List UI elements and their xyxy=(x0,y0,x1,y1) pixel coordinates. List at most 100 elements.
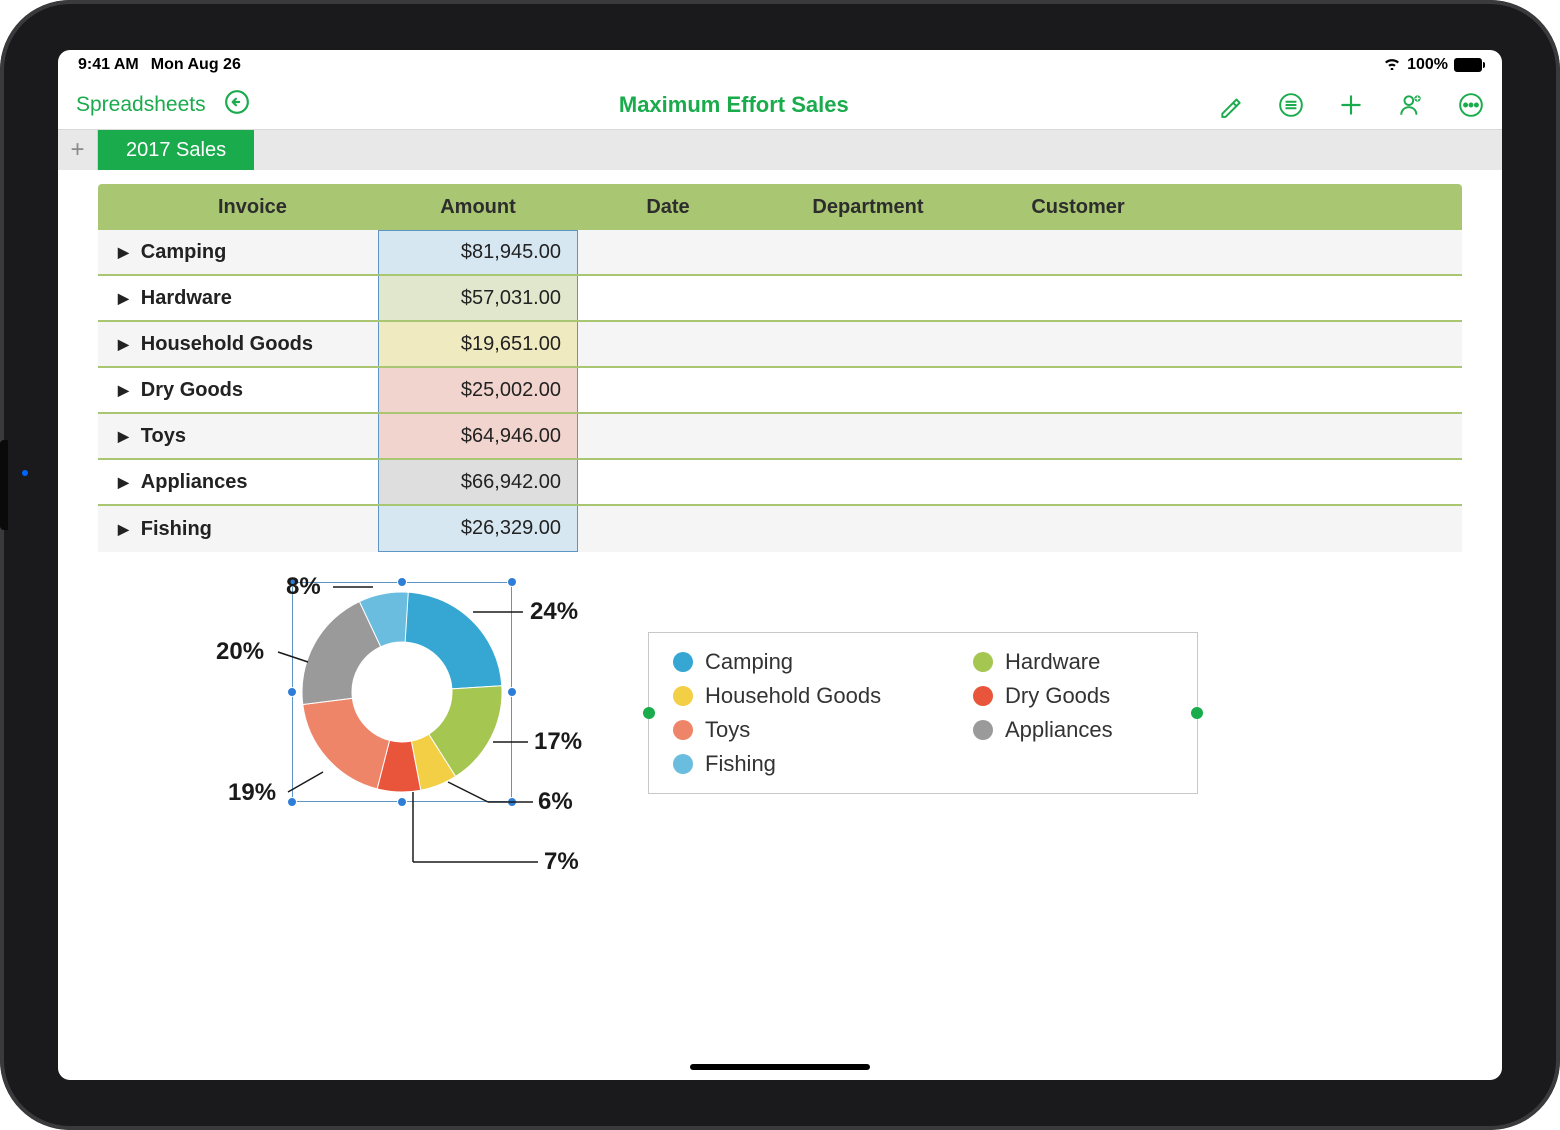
disclosure-triangle-icon[interactable]: ▶ xyxy=(118,428,129,445)
category-label: Hardware xyxy=(141,287,232,310)
legend-swatch xyxy=(973,720,993,740)
sheet-tab-strip: + 2017 Sales xyxy=(58,130,1502,170)
category-cell[interactable]: ▶ Fishing xyxy=(118,518,378,541)
table-row[interactable]: ▶ Camping $81,945.00 xyxy=(98,230,1462,276)
spreadsheet-canvas[interactable]: Invoice Amount Date Department Customer … xyxy=(58,184,1502,912)
toolbar-actions xyxy=(1218,92,1484,118)
legend-swatch xyxy=(973,652,993,672)
format-menu-icon[interactable] xyxy=(1278,92,1304,118)
legend-item[interactable]: Household Goods xyxy=(673,683,963,709)
screen: 9:41 AM Mon Aug 26 100% Spreadsheets Max… xyxy=(58,50,1502,1080)
legend-swatch xyxy=(673,754,693,774)
chart-row: 24% 17% 6% 7% 19% 20% 8% Camping Hardware… xyxy=(58,572,1502,912)
col-amount[interactable]: Amount xyxy=(378,196,578,219)
category-cell[interactable]: ▶ Toys xyxy=(118,425,378,448)
legend-item[interactable]: Hardware xyxy=(973,649,1173,675)
disclosure-triangle-icon[interactable]: ▶ xyxy=(118,521,129,538)
category-label: Dry Goods xyxy=(141,379,243,402)
legend-label: Hardware xyxy=(1005,649,1100,675)
status-bar: 9:41 AM Mon Aug 26 100% xyxy=(58,50,1502,80)
col-customer[interactable]: Customer xyxy=(978,196,1178,219)
sales-table[interactable]: Invoice Amount Date Department Customer … xyxy=(98,184,1462,552)
amount-cell[interactable]: $25,002.00 xyxy=(378,368,578,412)
legend-swatch xyxy=(673,652,693,672)
legend-label: Household Goods xyxy=(705,683,881,709)
legend-swatch xyxy=(673,720,693,740)
donut-chart[interactable]: 24% 17% 6% 7% 19% 20% 8% xyxy=(188,572,588,912)
more-menu-icon[interactable] xyxy=(1458,92,1484,118)
toolbar: Spreadsheets Maximum Effort Sales xyxy=(58,80,1502,130)
legend-label: Fishing xyxy=(705,751,776,777)
category-cell[interactable]: ▶ Household Goods xyxy=(118,333,378,356)
legend-label: Toys xyxy=(705,717,750,743)
insert-button[interactable] xyxy=(1338,92,1364,118)
table-row[interactable]: ▶ Fishing $26,329.00 xyxy=(98,506,1462,552)
table-row[interactable]: ▶ Appliances $66,942.00 xyxy=(98,460,1462,506)
status-date: Mon Aug 26 xyxy=(151,56,241,74)
callout-camping: 24% xyxy=(530,598,578,626)
table-row[interactable]: ▶ Toys $64,946.00 xyxy=(98,414,1462,460)
wifi-icon xyxy=(1383,56,1401,75)
amount-cell[interactable]: $19,651.00 xyxy=(378,322,578,366)
category-label: Fishing xyxy=(141,518,212,541)
battery-icon xyxy=(1454,58,1482,72)
legend-item[interactable]: Camping xyxy=(673,649,963,675)
device-side-button xyxy=(0,440,8,530)
callout-hardware: 17% xyxy=(534,728,582,756)
category-label: Camping xyxy=(141,241,227,264)
table-header-row: Invoice Amount Date Department Customer xyxy=(98,184,1462,230)
amount-cell[interactable]: $26,329.00 xyxy=(378,506,578,552)
document-title[interactable]: Maximum Effort Sales xyxy=(250,92,1218,118)
category-label: Toys xyxy=(141,425,186,448)
table-row[interactable]: ▶ Household Goods $19,651.00 xyxy=(98,322,1462,368)
callout-appliances: 20% xyxy=(216,638,264,666)
collaborate-icon[interactable] xyxy=(1398,92,1424,118)
legend-swatch xyxy=(973,686,993,706)
legend-swatch xyxy=(673,686,693,706)
table-row[interactable]: ▶ Hardware $57,031.00 xyxy=(98,276,1462,322)
disclosure-triangle-icon[interactable]: ▶ xyxy=(118,336,129,353)
amount-cell[interactable]: $64,946.00 xyxy=(378,414,578,458)
callout-household: 6% xyxy=(538,788,573,816)
legend-item[interactable]: Toys xyxy=(673,717,963,743)
sheet-tab-active[interactable]: 2017 Sales xyxy=(98,130,254,170)
ipad-frame: 9:41 AM Mon Aug 26 100% Spreadsheets Max… xyxy=(0,0,1560,1130)
device-indicator-dot xyxy=(22,470,28,476)
home-indicator[interactable] xyxy=(690,1064,870,1070)
battery-percent: 100% xyxy=(1407,56,1448,74)
amount-cell[interactable]: $57,031.00 xyxy=(378,276,578,320)
amount-cell[interactable]: $66,942.00 xyxy=(378,460,578,504)
callout-toys: 19% xyxy=(228,779,276,807)
disclosure-triangle-icon[interactable]: ▶ xyxy=(118,290,129,307)
disclosure-triangle-icon[interactable]: ▶ xyxy=(118,382,129,399)
category-label: Appliances xyxy=(141,471,248,494)
undo-button[interactable] xyxy=(224,89,250,120)
disclosure-triangle-icon[interactable]: ▶ xyxy=(118,474,129,491)
category-cell[interactable]: ▶ Camping xyxy=(118,241,378,264)
legend-label: Appliances xyxy=(1005,717,1113,743)
legend-item[interactable]: Appliances xyxy=(973,717,1173,743)
chart-legend[interactable]: Camping Hardware Household Goods Dry Goods T… xyxy=(648,632,1198,794)
legend-label: Camping xyxy=(705,649,793,675)
category-label: Household Goods xyxy=(141,333,313,356)
format-paintbrush-icon[interactable] xyxy=(1218,92,1244,118)
legend-item[interactable]: Dry Goods xyxy=(973,683,1173,709)
status-time: 9:41 AM xyxy=(78,56,139,74)
add-sheet-button[interactable]: + xyxy=(58,130,98,170)
category-cell[interactable]: ▶ Dry Goods xyxy=(118,379,378,402)
table-row[interactable]: ▶ Dry Goods $25,002.00 xyxy=(98,368,1462,414)
callout-fishing: 8% xyxy=(286,573,321,601)
callout-drygoods: 7% xyxy=(544,848,579,876)
category-cell[interactable]: ▶ Hardware xyxy=(118,287,378,310)
back-button[interactable]: Spreadsheets xyxy=(76,93,206,117)
col-date[interactable]: Date xyxy=(578,196,758,219)
col-department[interactable]: Department xyxy=(758,196,978,219)
disclosure-triangle-icon[interactable]: ▶ xyxy=(118,244,129,261)
col-invoice[interactable]: Invoice xyxy=(118,196,378,219)
amount-cell[interactable]: $81,945.00 xyxy=(378,230,578,274)
legend-resize-handle[interactable] xyxy=(1191,707,1203,719)
legend-item[interactable]: Fishing xyxy=(673,751,963,777)
legend-resize-handle[interactable] xyxy=(643,707,655,719)
category-cell[interactable]: ▶ Appliances xyxy=(118,471,378,494)
legend-label: Dry Goods xyxy=(1005,683,1110,709)
